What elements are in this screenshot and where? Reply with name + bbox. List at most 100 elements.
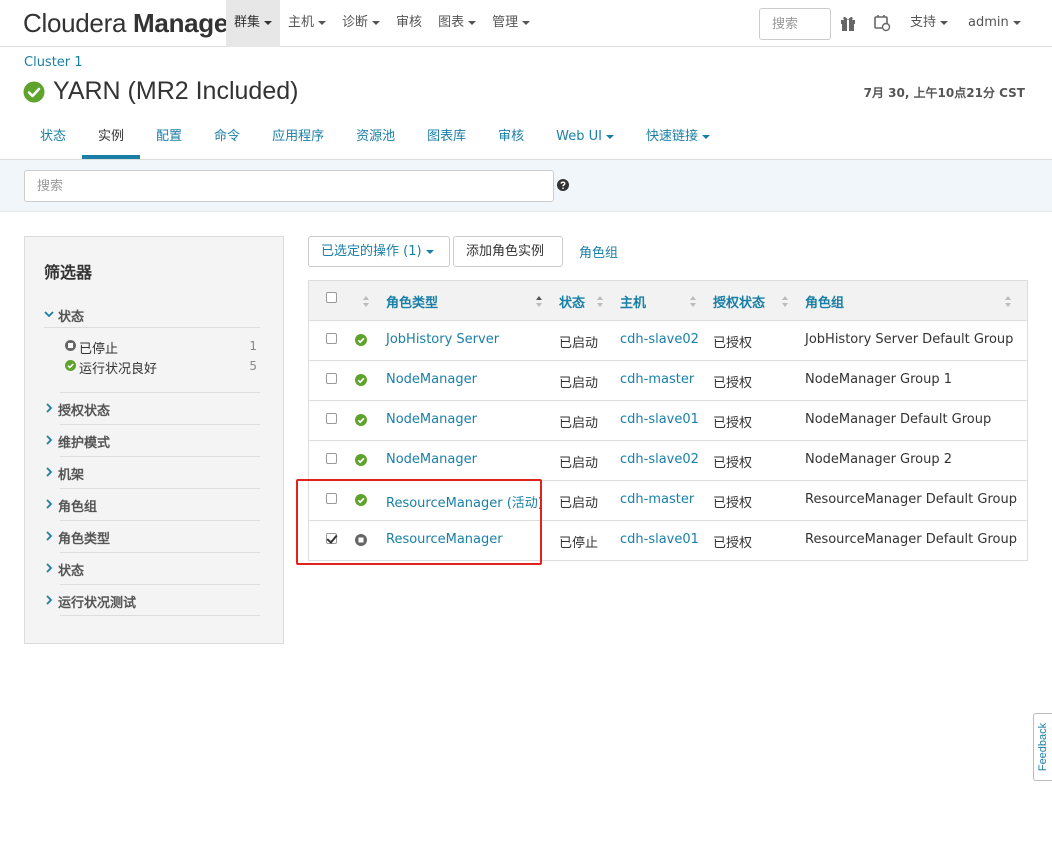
column-role-type[interactable]: 角色类型 (386, 292, 438, 311)
role-groups-link[interactable]: 角色组 (579, 242, 618, 261)
table-header: 角色类型 状态 主机 授权状态 角色组 (309, 281, 1027, 321)
chevron-down-icon (44, 311, 54, 318)
tab-configuration[interactable]: 配置 (140, 117, 198, 159)
host-link[interactable]: cdh-slave01 (620, 532, 699, 547)
row-checkbox[interactable] (326, 333, 337, 344)
filter-section-label: 角色组 (58, 500, 98, 515)
role-state: 已启动 (559, 376, 599, 391)
menu-charts[interactable]: 图表 (430, 0, 484, 47)
caret-down-icon (425, 249, 434, 254)
host-link[interactable]: cdh-master (620, 492, 694, 507)
menu-diagnostics[interactable]: 诊断 (334, 0, 388, 47)
auth-status: 已授权 (713, 496, 753, 511)
role-state: 已启动 (559, 496, 599, 511)
sort-asc-icon[interactable] (536, 296, 542, 307)
menu-hosts[interactable]: 主机 (280, 0, 334, 47)
page-title: YARN (MR2 Included) (23, 77, 298, 106)
menu-clusters[interactable]: 群集 (226, 0, 281, 47)
host-link[interactable]: cdh-slave01 (620, 412, 699, 427)
role-type-link[interactable]: NodeManager (386, 412, 477, 427)
column-state[interactable]: 状态 (559, 292, 585, 311)
role-type-link[interactable]: NodeManager (386, 372, 477, 387)
role-type-link[interactable]: ResourceManager (活动) (386, 492, 543, 511)
brand-bold: Manager (133, 8, 238, 38)
row-checkbox[interactable] (326, 453, 337, 464)
chevron-right-icon (46, 563, 53, 573)
row-checkbox[interactable] (326, 533, 337, 544)
tab-web-ui[interactable]: Web UI (540, 117, 630, 159)
filter-item-label: 运行状况良好 (79, 362, 158, 377)
sort-icon[interactable] (597, 296, 603, 307)
filter-section-status[interactable]: 状态 (44, 299, 260, 328)
tab-audits[interactable]: 审核 (482, 117, 540, 159)
tab-chart-library[interactable]: 图表库 (411, 117, 482, 159)
tab-quick-links[interactable]: 快速链接 (630, 117, 726, 159)
filter-section-maintenance[interactable]: 维护模式 (46, 424, 260, 456)
gift-icon[interactable] (839, 14, 857, 32)
help-icon[interactable] (557, 179, 569, 191)
caret-down-icon (372, 20, 381, 25)
column-role-group[interactable]: 角色组 (805, 292, 844, 311)
role-type-link[interactable]: NodeManager (386, 452, 477, 467)
column-host[interactable]: 主机 (620, 292, 646, 311)
filter-section-role-type[interactable]: 角色类型 (46, 520, 260, 552)
brand-logo[interactable]: Cloudera Manager (23, 8, 238, 39)
menu-audits[interactable]: 审核 (388, 0, 430, 47)
feedback-tab[interactable]: Feedback (1033, 713, 1052, 781)
role-state: 已启动 (559, 456, 599, 471)
sort-icon[interactable] (1005, 296, 1011, 307)
row-checkbox[interactable] (326, 413, 337, 424)
filter-section-role-group[interactable]: 角色组 (46, 488, 260, 520)
filter-section-label: 角色类型 (58, 532, 111, 547)
tab-resource-pools[interactable]: 资源池 (340, 117, 411, 159)
select-all-checkbox[interactable] (326, 292, 337, 303)
add-role-instances-button[interactable]: 添加角色实例 (453, 236, 563, 267)
role-state: 已停止 (559, 536, 599, 551)
row-checkbox[interactable] (326, 493, 337, 504)
table-row: NodeManager 已启动 cdh-slave01 已授权 NodeMana… (309, 401, 1027, 441)
deploy-icon[interactable] (873, 14, 891, 32)
filter-item-stopped[interactable]: 已停止 1 (65, 337, 257, 357)
tab-applications[interactable]: 应用程序 (256, 117, 340, 159)
instance-search-input[interactable] (24, 170, 554, 202)
menu-label: 图表 (438, 15, 465, 30)
chevron-right-icon (46, 403, 53, 413)
sort-icon[interactable] (782, 296, 788, 307)
filter-title: 筛选器 (44, 263, 93, 282)
role-type-link[interactable]: ResourceManager (386, 532, 503, 547)
menu-label: 群集 (234, 15, 261, 30)
filter-item-good-health[interactable]: 运行状况良好 5 (65, 357, 257, 377)
selected-actions-button[interactable]: 已选定的操作 (1) (308, 236, 450, 267)
support-menu[interactable]: 支持 (910, 0, 949, 47)
good-health-icon (355, 454, 367, 466)
caret-down-icon (1012, 20, 1021, 25)
host-link[interactable]: cdh-slave02 (620, 332, 699, 347)
user-menu[interactable]: admin (968, 0, 1021, 47)
filter-section-label: 机架 (58, 468, 85, 483)
table-row: NodeManager 已启动 cdh-master 已授权 NodeManag… (309, 361, 1027, 401)
host-link[interactable]: cdh-slave02 (620, 452, 699, 467)
good-health-icon (23, 81, 45, 102)
menu-admin[interactable]: 管理 (484, 0, 538, 47)
tab-instances[interactable]: 实例 (82, 117, 141, 159)
row-checkbox[interactable] (326, 373, 337, 384)
filter-section-rack[interactable]: 机架 (46, 456, 260, 488)
host-link[interactable]: cdh-master (620, 372, 694, 387)
column-auth-status[interactable]: 授权状态 (713, 292, 765, 311)
sort-icon[interactable] (363, 296, 369, 307)
tab-status[interactable]: 状态 (24, 117, 82, 159)
support-label: 支持 (910, 15, 937, 30)
tab-commands[interactable]: 命令 (198, 117, 256, 159)
top-search-input[interactable] (759, 8, 831, 40)
timestamp: 7月 30, 上午10点21分 CST (863, 86, 1025, 100)
filter-section-auth-status[interactable]: 授权状态 (46, 392, 260, 424)
good-health-icon (355, 494, 367, 506)
filter-section-health-tests[interactable]: 运行状况测试 (46, 584, 260, 616)
filter-panel: 筛选器 状态 已停止 1 运行状况良好 5 授权状态 维护模式 机架 角色组 角… (24, 236, 284, 644)
breadcrumb-cluster[interactable]: Cluster 1 (24, 55, 83, 70)
caret-down-icon (468, 20, 477, 25)
filter-section-state[interactable]: 状态 (46, 552, 260, 584)
feedback-label: Feedback (1037, 722, 1049, 772)
sort-icon[interactable] (690, 296, 696, 307)
role-type-link[interactable]: JobHistory Server (386, 332, 499, 347)
